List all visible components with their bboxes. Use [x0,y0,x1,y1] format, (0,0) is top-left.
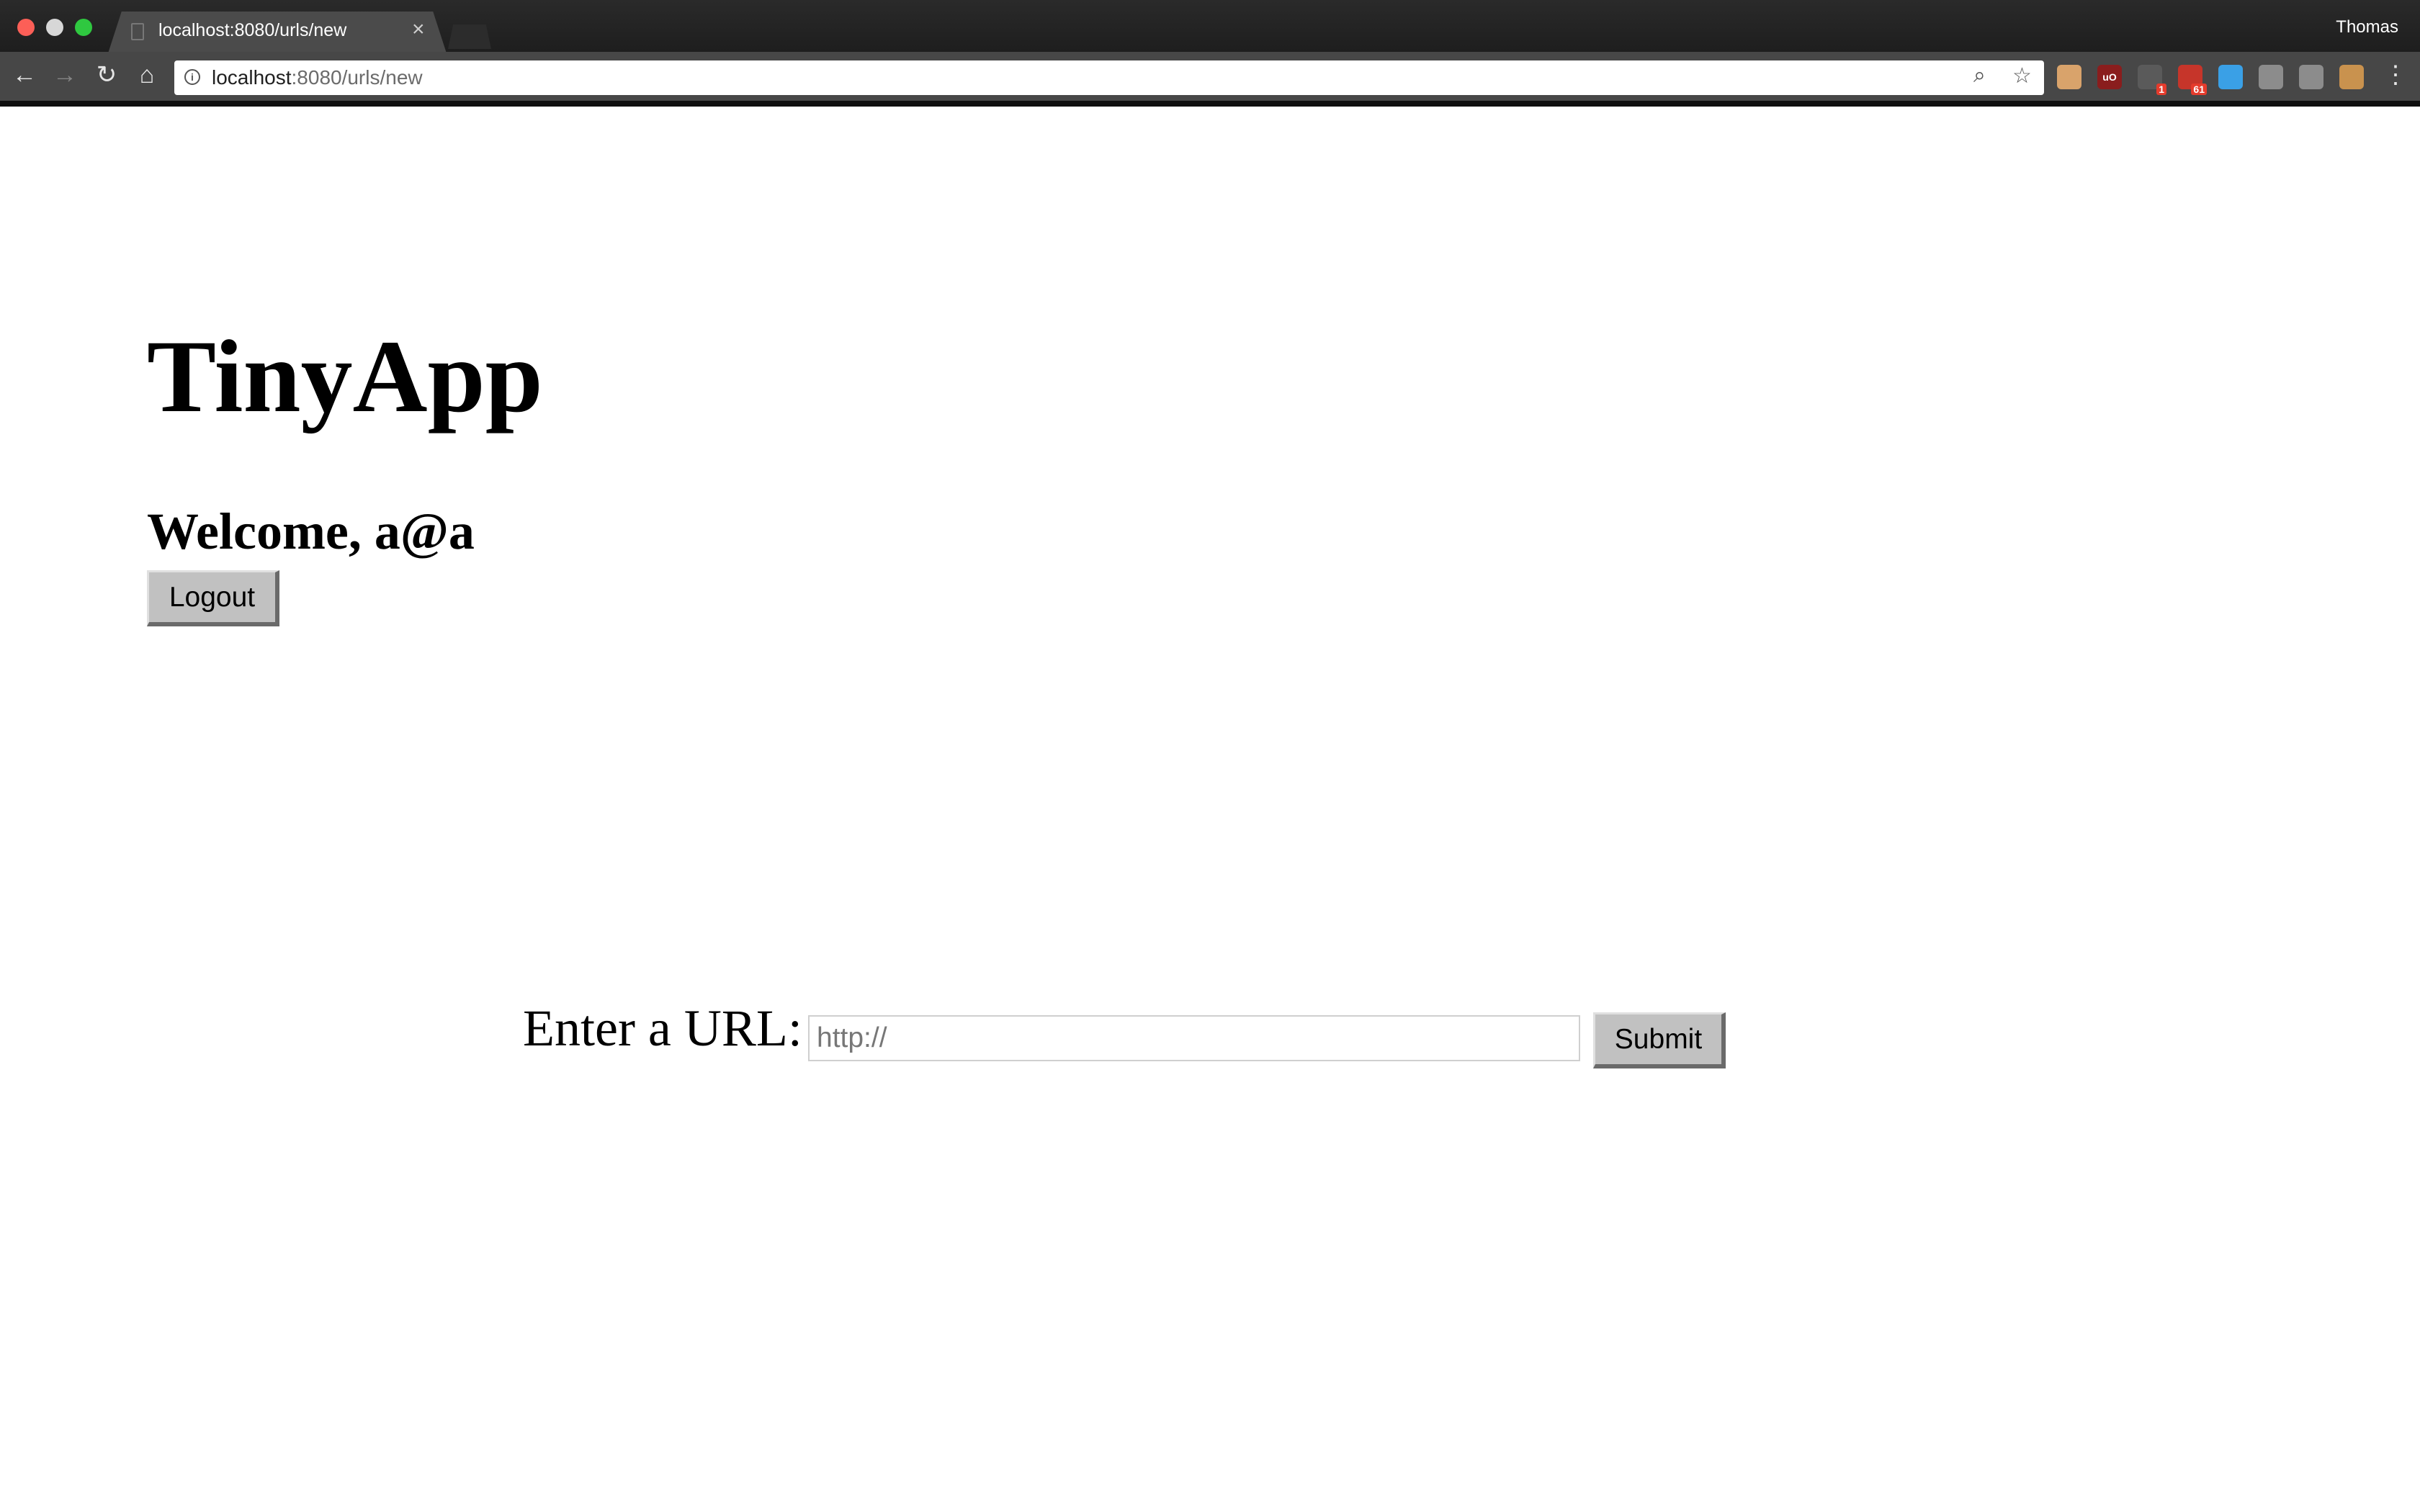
maximize-window-button[interactable] [75,19,92,36]
honey-extension-icon[interactable] [2057,65,2081,89]
browser-tab-bar: localhost:8080/urls/new × Thomas [0,0,2420,53]
url-input[interactable] [808,1015,1580,1061]
minimize-window-button[interactable] [46,19,63,36]
url-path: :8080/urls/new [291,66,423,89]
extension-badge: 1 [2156,84,2166,95]
reload-icon[interactable]: ↻ [92,60,121,89]
submit-button[interactable]: Submit [1593,1012,1726,1068]
checklist-extension-icon[interactable] [2299,65,2323,89]
profile-name[interactable]: Thomas [2336,17,2398,37]
url-host: localhost [212,66,292,89]
browser-menu-icon[interactable]: ⋮ [2381,60,2410,89]
page-title: TinyApp [147,320,543,434]
extension-badge: 61 [2191,84,2207,95]
zoom-icon[interactable]: ⌕ [1973,63,1986,88]
counter-extension-icon[interactable]: 1 [2138,65,2166,95]
welcome-message: Welcome, a@a [147,503,475,560]
back-arrow-icon[interactable]: ← [10,60,39,89]
forward-arrow-icon[interactable]: → [50,60,79,89]
home-icon[interactable]: ⌂ [133,60,161,89]
new-tab-button[interactable] [448,24,491,49]
address-bar-url[interactable]: localhost:8080/urls/new [212,66,423,89]
diamond-extension-icon[interactable] [2218,65,2243,89]
tab-close-icon[interactable]: × [412,17,425,42]
cookie-extension-icon[interactable] [2339,65,2364,89]
address-bar[interactable] [174,60,2044,95]
url-field-label: Enter a URL: [523,999,802,1057]
ublock-origin-icon[interactable]: uO [2097,65,2122,89]
tab-title: localhost:8080/urls/new [158,20,347,40]
bookmark-star-icon[interactable]: ☆ [2012,63,2032,89]
mail-extension-icon[interactable]: 61 [2178,65,2207,95]
close-window-button[interactable] [17,19,35,36]
logout-button[interactable]: Logout [147,570,279,626]
site-info-icon[interactable]: i [184,69,200,85]
page-favicon-icon [131,23,144,40]
pocket-extension-icon[interactable] [2259,65,2283,89]
